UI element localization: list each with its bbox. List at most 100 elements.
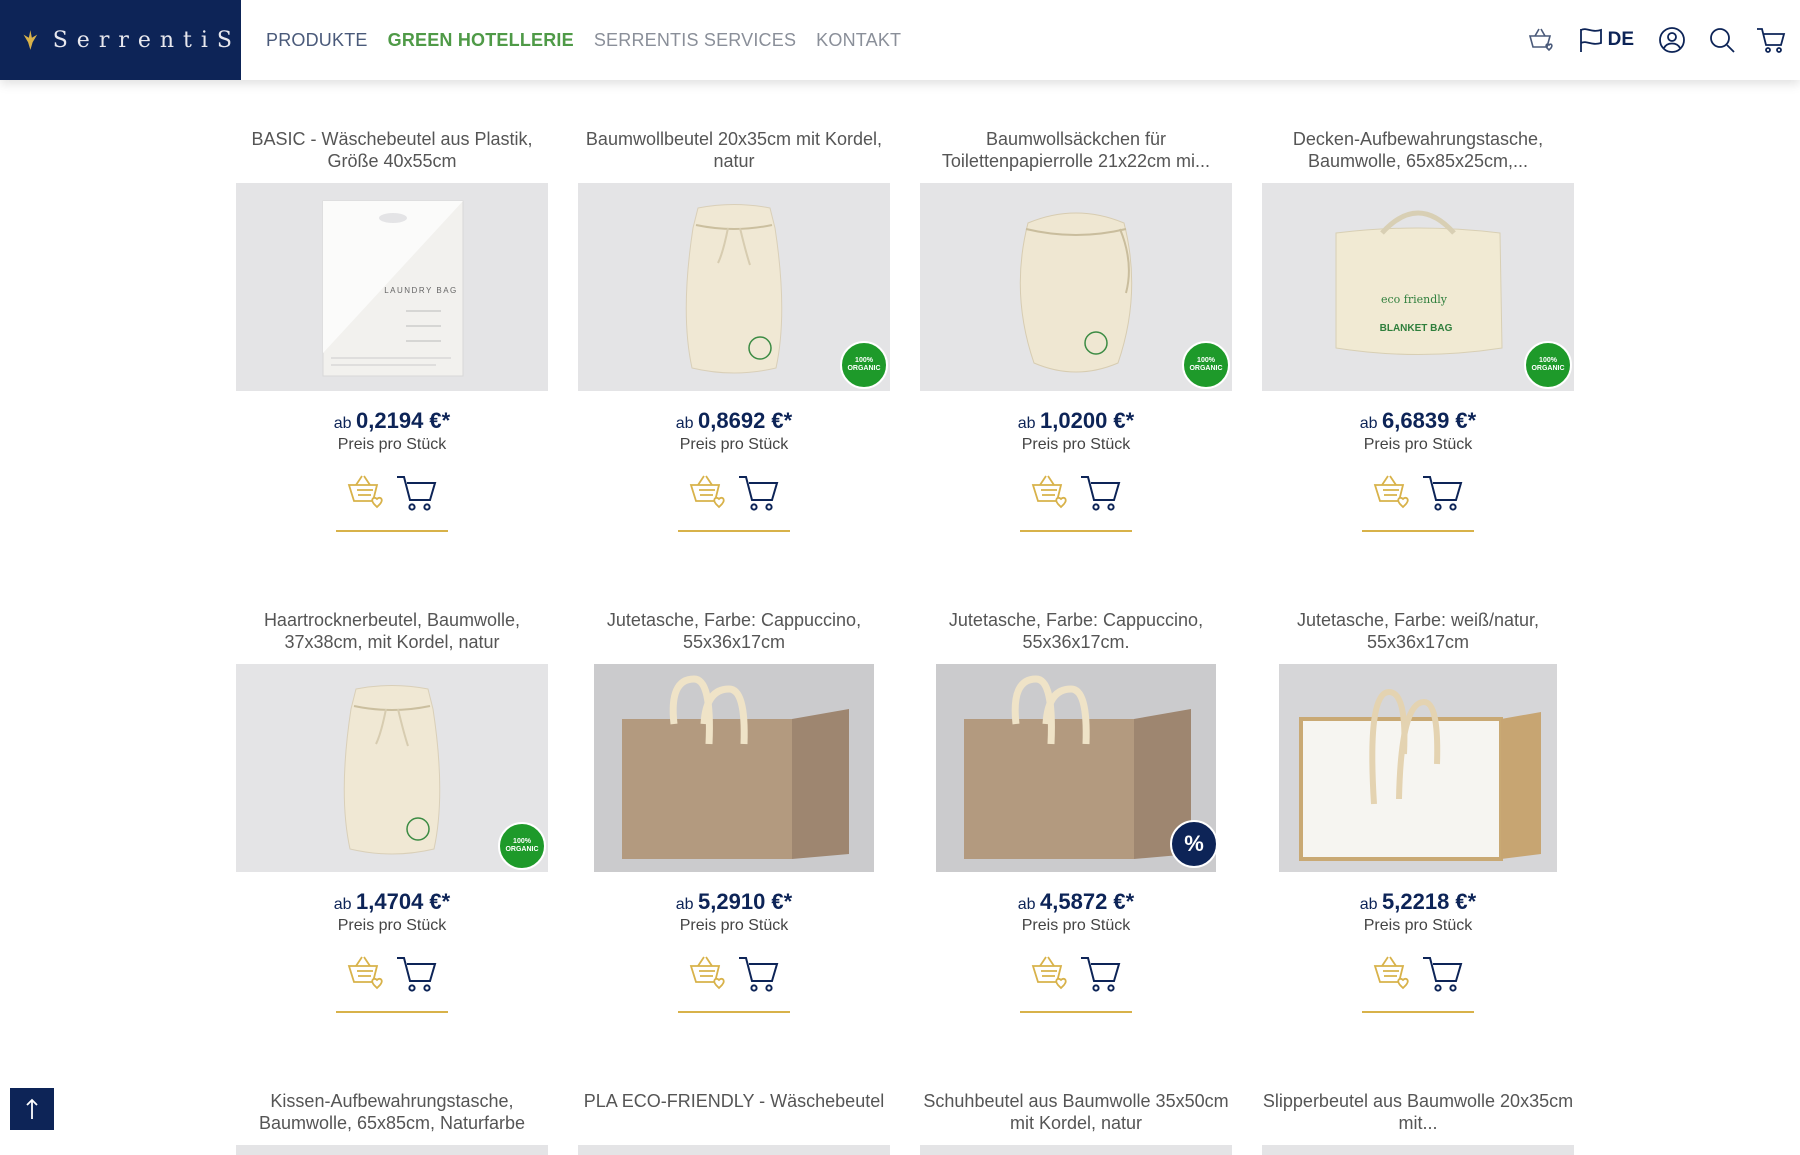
price-value: 1,4704 €* xyxy=(356,889,451,914)
organic-badge-text: 100% ORGANIC xyxy=(1531,357,1565,372)
add-to-cart-icon[interactable] xyxy=(1422,953,1464,1011)
user-icon[interactable] xyxy=(1658,26,1686,54)
product-card[interactable]: Jutetasche, Farbe: Cappuccino, 55x36x17c… xyxy=(920,609,1232,1013)
organic-badge-text: 100% ORGANIC xyxy=(847,357,881,372)
price-prefix: ab xyxy=(1359,896,1378,913)
product-actions xyxy=(1362,953,1474,1013)
product-image[interactable]: LAUNDRY BAG xyxy=(236,183,548,391)
product-card[interactable]: Baumwollbeutel 20x35cm mit Kordel, natur… xyxy=(578,128,890,532)
nav-item-produkte[interactable]: PRODUKTE xyxy=(266,30,368,51)
add-to-cart-icon[interactable] xyxy=(738,472,780,530)
wishlist-basket-icon[interactable] xyxy=(1528,26,1556,54)
add-to-cart-icon[interactable] xyxy=(1080,472,1122,530)
product-title[interactable]: Baumwollsäckchen für Toilettenpapierroll… xyxy=(920,128,1232,172)
product-image[interactable]: 100% ORGANIC xyxy=(578,183,890,391)
product-price: ab 0,2194 €* xyxy=(236,408,548,434)
add-to-cart-icon[interactable] xyxy=(396,953,438,1011)
product-price: ab 1,0200 €* xyxy=(920,408,1232,434)
add-to-wishlist-icon[interactable] xyxy=(1030,472,1070,530)
main-nav: PRODUKTE GREEN HOTELLERIE SERRENTIS SERV… xyxy=(266,0,921,80)
price-prefix: ab xyxy=(675,415,694,432)
price-unit: Preis pro Stück xyxy=(1021,917,1131,934)
product-image[interactable]: % xyxy=(936,664,1216,872)
product-image[interactable] xyxy=(1279,664,1557,872)
product-price: ab 0,8692 €* xyxy=(578,408,890,434)
price-value: 1,0200 €* xyxy=(1040,408,1135,433)
product-title[interactable]: Schuhbeutel aus Baumwolle 35x50cm mit Ko… xyxy=(920,1090,1232,1134)
product-card[interactable]: Jutetasche, Farbe: Cappuccino, 55x36x17c… xyxy=(578,609,890,1013)
add-to-wishlist-icon[interactable] xyxy=(1030,953,1070,1011)
add-to-wishlist-icon[interactable] xyxy=(346,472,386,530)
arrow-up-icon xyxy=(26,1098,38,1119)
product-card[interactable]: Haartrocknerbeutel, Baumwolle, 37x38cm, … xyxy=(236,609,548,1013)
price-unit: Preis pro Stück xyxy=(679,436,789,453)
add-to-wishlist-icon[interactable] xyxy=(688,953,728,1011)
brand-logo[interactable]: SerrentiS xyxy=(0,0,241,80)
add-to-wishlist-icon[interactable] xyxy=(1372,953,1412,1011)
product-image[interactable] xyxy=(594,664,874,872)
price-unit: Preis pro Stück xyxy=(1363,917,1473,934)
add-to-cart-icon[interactable] xyxy=(1422,472,1464,530)
price-prefix: ab xyxy=(333,415,352,432)
organic-badge: 100% ORGANIC xyxy=(1524,341,1572,389)
organic-badge: 100% ORGANIC xyxy=(1182,341,1230,389)
back-to-top-button[interactable] xyxy=(10,1088,54,1130)
product-actions xyxy=(678,953,790,1013)
language-selector[interactable]: DE xyxy=(1578,27,1634,53)
product-image-text: LAUNDRY BAG xyxy=(384,286,458,295)
product-actions xyxy=(1362,472,1474,532)
price-prefix: ab xyxy=(333,896,352,913)
cart-icon[interactable] xyxy=(1756,26,1786,54)
product-image-text: BLANKET BAG xyxy=(1380,323,1453,334)
product-card[interactable]: Baumwollsäckchen für Toilettenpapierroll… xyxy=(920,128,1232,532)
product-title[interactable]: Jutetasche, Farbe: Cappuccino, 55x36x17c… xyxy=(920,609,1232,653)
flag-icon xyxy=(1579,28,1602,52)
price-prefix: ab xyxy=(1017,896,1036,913)
product-title[interactable]: Decken-Aufbewahrungstasche, Baumwolle, 6… xyxy=(1262,128,1574,172)
product-image[interactable]: eco friendly BLANKET BAG 100% ORGANIC xyxy=(1262,183,1574,391)
nav-item-kontakt[interactable]: KONTAKT xyxy=(816,30,901,51)
product-card[interactable]: Jutetasche, Farbe: weiß/natur, 55x36x17c… xyxy=(1262,609,1574,1013)
site-header: SerrentiS PRODUKTE GREEN HOTELLERIE SERR… xyxy=(0,0,1800,80)
organic-badge-text: 100% ORGANIC xyxy=(1189,357,1223,372)
price-unit: Preis pro Stück xyxy=(337,917,447,934)
product-actions xyxy=(1020,472,1132,532)
product-image[interactable]: 100% ORGANIC xyxy=(920,183,1232,391)
organic-badge-text: 100% ORGANIC xyxy=(505,838,539,853)
sale-badge: % xyxy=(1170,820,1216,868)
product-card[interactable]: BASIC - Wäschebeutel aus Plastik, Größe … xyxy=(236,128,548,532)
add-to-wishlist-icon[interactable] xyxy=(688,472,728,530)
nav-item-serrentis-services[interactable]: SERRENTIS SERVICES xyxy=(594,30,796,51)
product-title[interactable]: Haartrocknerbeutel, Baumwolle, 37x38cm, … xyxy=(236,609,548,653)
product-actions xyxy=(336,472,448,532)
product-title[interactable]: Jutetasche, Farbe: weiß/natur, 55x36x17c… xyxy=(1262,609,1574,653)
add-to-wishlist-icon[interactable] xyxy=(1372,472,1412,530)
price-prefix: ab xyxy=(1017,415,1036,432)
product-card[interactable]: Kissen-Aufbewahrungstasche, Baumwolle, 6… xyxy=(236,1090,548,1155)
product-title[interactable]: PLA ECO-FRIENDLY - Wäschebeutel xyxy=(578,1090,890,1134)
add-to-cart-icon[interactable] xyxy=(1080,953,1122,1011)
price-unit: Preis pro Stück xyxy=(679,917,789,934)
add-to-cart-icon[interactable] xyxy=(396,472,438,530)
price-value: 5,2910 €* xyxy=(698,889,793,914)
add-to-cart-icon[interactable] xyxy=(738,953,780,1011)
product-title[interactable]: Kissen-Aufbewahrungstasche, Baumwolle, 6… xyxy=(236,1090,548,1134)
product-actions xyxy=(678,472,790,532)
product-title[interactable]: Baumwollbeutel 20x35cm mit Kordel, natur xyxy=(578,128,890,172)
product-price: ab 5,2218 €* xyxy=(1262,889,1574,915)
product-price: ab 1,4704 €* xyxy=(236,889,548,915)
product-image-text: eco friendly xyxy=(1381,293,1448,306)
product-card[interactable]: PLA ECO-FRIENDLY - Wäschebeutel xyxy=(578,1090,890,1155)
add-to-wishlist-icon[interactable] xyxy=(346,953,386,1011)
product-card[interactable]: Slipperbeutel aus Baumwolle 20x35cm mit.… xyxy=(1262,1090,1574,1155)
product-image[interactable]: 100% ORGANIC xyxy=(236,664,548,872)
product-card[interactable]: Schuhbeutel aus Baumwolle 35x50cm mit Ko… xyxy=(920,1090,1232,1155)
search-icon[interactable] xyxy=(1708,26,1736,54)
price-prefix: ab xyxy=(675,896,694,913)
product-card[interactable]: Decken-Aufbewahrungstasche, Baumwolle, 6… xyxy=(1262,128,1574,532)
product-title[interactable]: BASIC - Wäschebeutel aus Plastik, Größe … xyxy=(236,128,548,172)
product-title[interactable]: Slipperbeutel aus Baumwolle 20x35cm mit.… xyxy=(1262,1090,1574,1134)
nav-item-green-hotellerie[interactable]: GREEN HOTELLERIE xyxy=(388,30,574,51)
product-title[interactable]: Jutetasche, Farbe: Cappuccino, 55x36x17c… xyxy=(578,609,890,653)
price-unit: Preis pro Stück xyxy=(1363,436,1473,453)
